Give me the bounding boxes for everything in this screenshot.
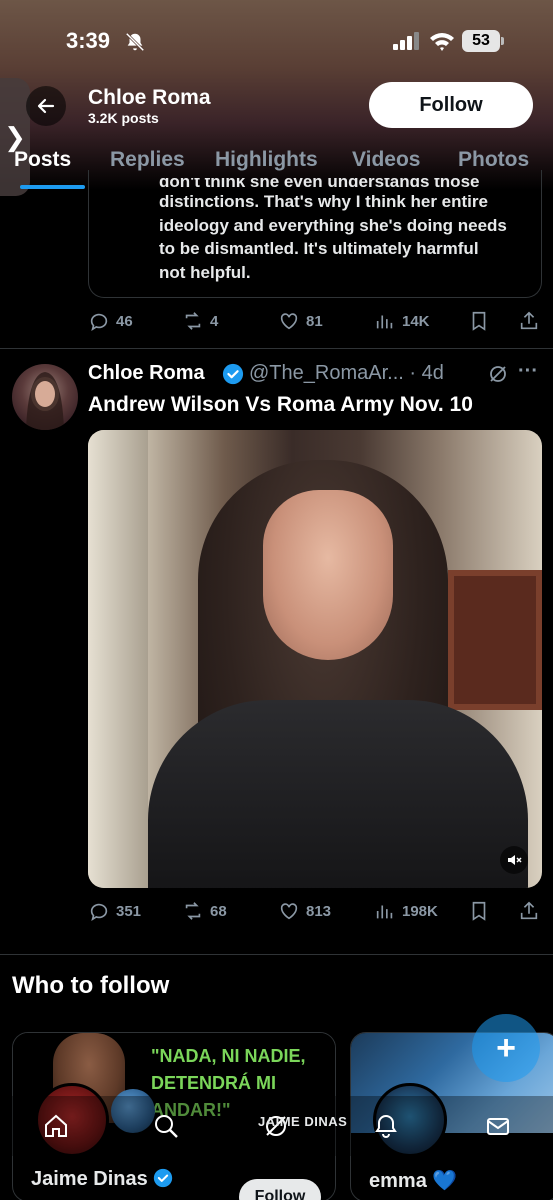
- bookmark-button[interactable]: [468, 900, 490, 922]
- verified-badge-icon: [222, 363, 244, 385]
- search-icon[interactable]: [152, 1112, 180, 1140]
- views-count: 198K: [402, 902, 438, 920]
- tab-posts[interactable]: Posts: [14, 148, 71, 172]
- signal-icon: [393, 32, 419, 50]
- share-icon: [520, 311, 538, 330]
- notifications-icon[interactable]: [372, 1112, 400, 1140]
- post-actions: 46 4 81 14K: [0, 310, 553, 340]
- profile-name: Chloe Roma: [88, 86, 211, 109]
- like-button[interactable]: 81: [278, 310, 323, 332]
- battery-cap: [501, 37, 504, 45]
- reply-button[interactable]: 351: [88, 900, 141, 922]
- views-icon: [376, 905, 393, 919]
- repost-button[interactable]: 4: [182, 310, 218, 332]
- share-icon: [520, 901, 538, 920]
- quoted-post-card[interactable]: don't think she even understands those d…: [88, 170, 542, 298]
- share-button[interactable]: [518, 310, 540, 332]
- quoted-text-line: distinctions. That's why I think her ent…: [159, 192, 488, 211]
- views-button[interactable]: 198K: [374, 900, 438, 922]
- quoted-post-text: don't think she even understands those d…: [159, 178, 529, 284]
- follow-button[interactable]: Follow: [369, 82, 533, 128]
- quoted-text-cut-line: don't think she even understands those: [159, 178, 480, 190]
- verified-badge-icon: [154, 1168, 173, 1188]
- quoted-text-line: to be dismantled. It's ultimately harmfu…: [159, 239, 479, 258]
- tab-highlights[interactable]: Highlights: [215, 148, 318, 172]
- repost-button[interactable]: 68: [182, 900, 227, 922]
- video-background-door: [448, 570, 542, 710]
- heart-icon: [280, 903, 298, 920]
- author-avatar[interactable]: [12, 364, 78, 430]
- battery-indicator: 53: [462, 30, 500, 52]
- like-button[interactable]: 813: [278, 900, 331, 922]
- avatar-image: [26, 372, 64, 430]
- post-handle-time[interactable]: @The_RomaAr... · 4d: [249, 362, 444, 385]
- reply-button[interactable]: 46: [88, 310, 133, 332]
- views-icon: [376, 315, 393, 329]
- like-count: 81: [306, 312, 323, 330]
- compose-post-button[interactable]: +: [472, 1014, 540, 1082]
- wifi-icon: [430, 33, 454, 51]
- suggestion-name: emma 💙: [369, 1170, 458, 1192]
- post-text: Andrew Wilson Vs Roma Army Nov. 10: [88, 393, 473, 416]
- video-subject-face: [263, 490, 393, 660]
- post-actions: 351 68 813 198K: [0, 900, 553, 930]
- bookmark-button[interactable]: [468, 310, 490, 332]
- reply-count: 351: [116, 902, 142, 920]
- bottom-navigation: JAIME DINAS: [0, 1096, 553, 1156]
- repost-count: 68: [210, 902, 227, 920]
- repost-icon: [185, 312, 201, 330]
- status-bar: 3:39 53: [0, 22, 553, 62]
- repost-count: 4: [210, 312, 219, 330]
- like-count: 813: [306, 902, 332, 920]
- grok-icon[interactable]: [488, 364, 508, 384]
- video-subject-jacket: [148, 700, 528, 888]
- post-author-name[interactable]: Chloe Roma: [88, 362, 205, 385]
- back-button[interactable]: [26, 86, 66, 126]
- views-count: 14K: [402, 312, 430, 330]
- quoted-text-line: ideology and everything she's doing need…: [159, 215, 507, 235]
- bookmark-icon: [472, 901, 486, 921]
- status-time: 3:39: [66, 28, 111, 53]
- tab-videos[interactable]: Videos: [352, 148, 420, 172]
- more-options-button[interactable]: ···: [518, 360, 538, 383]
- share-button[interactable]: [518, 900, 540, 922]
- mute-button[interactable]: [500, 846, 528, 874]
- active-tab-indicator: [20, 185, 85, 189]
- quoted-text-line: not helpful.: [159, 262, 251, 282]
- who-to-follow-heading: Who to follow: [12, 972, 170, 999]
- nav-overlay-label: JAIME DINAS: [258, 1114, 348, 1129]
- bell-off-icon: [125, 32, 145, 52]
- profile-post-count: 3.2K posts: [88, 110, 159, 126]
- speaker-muted-icon: [508, 855, 522, 865]
- reply-icon: [90, 903, 108, 922]
- heart-icon: [280, 313, 298, 330]
- suggestion-name-text: Jaime Dinas: [31, 1168, 148, 1190]
- bookmark-icon: [472, 311, 486, 331]
- repost-icon: [185, 902, 201, 920]
- suggestion-follow-button[interactable]: Follow: [239, 1179, 321, 1200]
- suggestion-name: Jaime Dinas: [31, 1168, 173, 1191]
- home-icon[interactable]: [42, 1112, 70, 1140]
- arrow-left-icon: [37, 98, 55, 114]
- video-background-window: [88, 430, 148, 888]
- reply-icon: [90, 313, 108, 332]
- tab-replies[interactable]: Replies: [110, 148, 185, 172]
- tab-photos[interactable]: Photos: [458, 148, 529, 172]
- messages-icon[interactable]: [484, 1112, 512, 1140]
- reply-count: 46: [116, 312, 133, 330]
- post-divider: [0, 348, 553, 349]
- views-button[interactable]: 14K: [374, 310, 430, 332]
- post-divider: [0, 954, 553, 955]
- post-video[interactable]: [88, 430, 542, 888]
